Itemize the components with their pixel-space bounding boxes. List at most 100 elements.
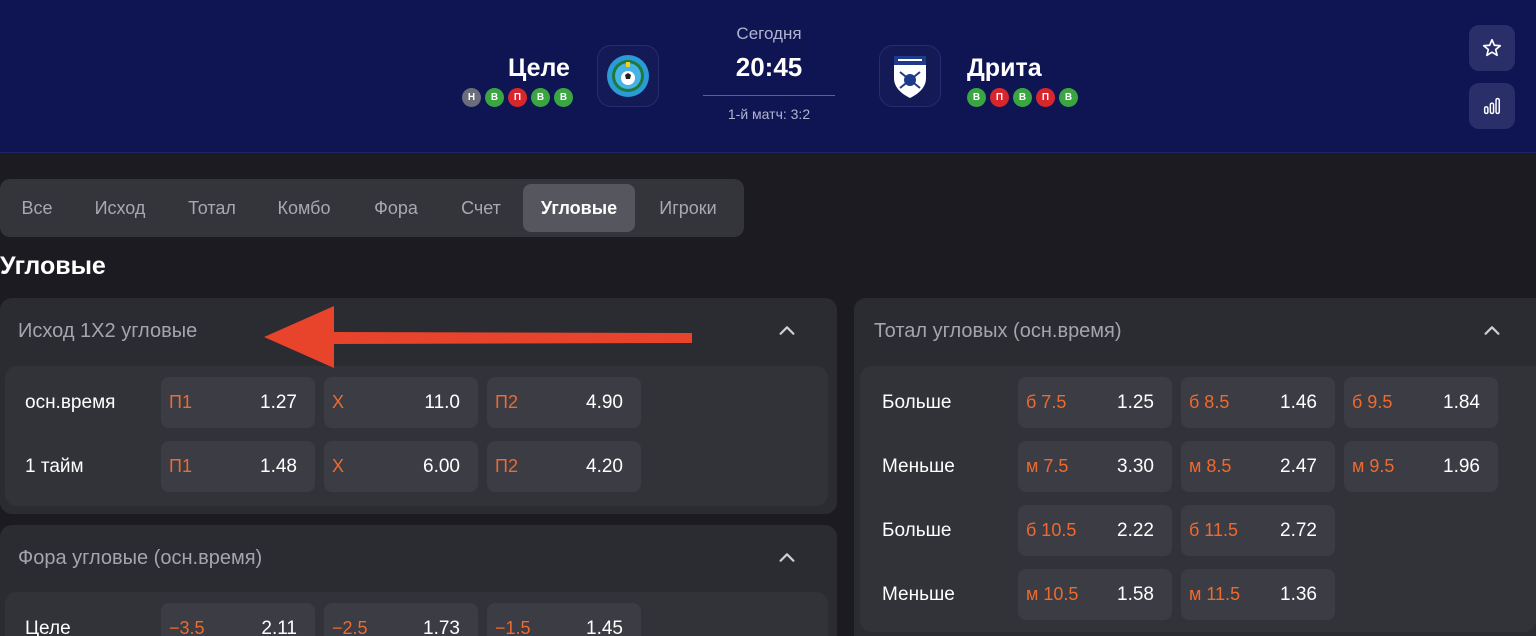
form-dot: П [990, 88, 1009, 107]
card-title[interactable]: Тотал угловых (осн.время) [874, 320, 1122, 343]
odd-value: 2.22 [1117, 520, 1154, 541]
odd-button[interactable]: Х 6.00 [324, 441, 478, 492]
odd-button[interactable]: м 10.5 1.58 [1018, 569, 1172, 620]
odd-button[interactable]: м 8.5 2.47 [1181, 441, 1335, 492]
home-team-logo [597, 45, 659, 107]
odd-button[interactable]: П1 1.48 [161, 441, 315, 492]
odd-value: 4.90 [586, 392, 623, 413]
odd-button[interactable]: б 11.5 2.72 [1181, 505, 1335, 556]
market-tabs: Все Исход Тотал Комбо Фора Счет Угловые … [0, 179, 744, 237]
odd-value: 1.25 [1117, 392, 1154, 413]
form-dot: В [967, 88, 986, 107]
row-label: Больше [882, 392, 952, 413]
odd-button[interactable]: −3.5 2.11 [161, 603, 315, 636]
row-label: Целе [25, 618, 71, 636]
odd-key: −1.5 [495, 618, 531, 636]
odd-value: 1.58 [1117, 584, 1154, 605]
odd-key: б 10.5 [1026, 520, 1077, 540]
odd-value: 1.46 [1280, 392, 1317, 413]
odd-button[interactable]: м 11.5 1.36 [1181, 569, 1335, 620]
odd-value: 1.36 [1280, 584, 1317, 605]
form-dot: В [554, 88, 573, 107]
odd-key: м 11.5 [1189, 584, 1241, 604]
away-crest-icon [894, 56, 926, 98]
card-title[interactable]: Исход 1X2 угловые [18, 320, 197, 343]
odd-key: м 10.5 [1026, 584, 1079, 604]
home-crest-icon [607, 55, 649, 97]
section-title: Угловые [0, 252, 106, 280]
odd-key: б 9.5 [1352, 392, 1393, 412]
odd-key: м 7.5 [1026, 456, 1069, 476]
odd-key: б 8.5 [1189, 392, 1230, 412]
odd-value: 2.72 [1280, 520, 1317, 541]
odd-value: 3.30 [1117, 456, 1154, 477]
tab-outcome[interactable]: Исход [74, 184, 166, 232]
odd-value: 4.20 [586, 456, 623, 477]
odd-value: 1.27 [260, 392, 297, 413]
match-day: Сегодня [736, 24, 802, 43]
form-dot: В [531, 88, 550, 107]
away-form: В П В П В [967, 88, 1078, 107]
odd-key: П2 [495, 392, 518, 412]
odd-button[interactable]: П2 4.90 [487, 377, 641, 428]
row-label: Меньше [882, 584, 955, 605]
first-match-score: 1-й матч: 3:2 [727, 106, 811, 122]
card-title[interactable]: Фора угловые (осн.время) [18, 547, 262, 570]
divider [703, 95, 835, 96]
odd-button[interactable]: Х 11.0 [324, 377, 478, 428]
odd-button[interactable]: б 9.5 1.84 [1344, 377, 1498, 428]
odd-button[interactable]: б 8.5 1.46 [1181, 377, 1335, 428]
tab-total[interactable]: Тотал [172, 184, 252, 232]
statistics-button[interactable] [1469, 83, 1515, 129]
tab-all[interactable]: Все [6, 184, 68, 232]
form-dot: В [1059, 88, 1078, 107]
odd-key: б 7.5 [1026, 392, 1067, 412]
odd-key: П1 [169, 392, 192, 412]
tab-handicap[interactable]: Фора [356, 184, 436, 232]
odd-value: 6.00 [423, 456, 460, 477]
chevron-up-icon[interactable] [776, 547, 798, 569]
odd-value: 1.48 [260, 456, 297, 477]
odd-key: Х [332, 392, 345, 412]
row-label: Меньше [882, 456, 955, 477]
tab-players[interactable]: Игроки [640, 184, 736, 232]
odd-button[interactable]: м 9.5 1.96 [1344, 441, 1498, 492]
row-label: 1 тайм [25, 456, 84, 477]
tab-corners[interactable]: Угловые [523, 184, 635, 232]
tab-combo[interactable]: Комбо [258, 184, 350, 232]
tab-score[interactable]: Счет [442, 184, 520, 232]
form-dot: П [1036, 88, 1055, 107]
favorite-button[interactable] [1469, 25, 1515, 71]
odd-value: 2.47 [1280, 456, 1317, 477]
row-label: Больше [882, 520, 952, 541]
odd-key: П1 [169, 456, 192, 476]
odd-key: П2 [495, 456, 518, 476]
odd-button[interactable]: −1.5 1.45 [487, 603, 641, 636]
odd-button[interactable]: б 7.5 1.25 [1018, 377, 1172, 428]
home-form: Н В П В В [462, 88, 573, 107]
odd-value: 1.84 [1443, 392, 1480, 413]
card-body: Больше б 7.5 1.25 б 8.5 1.46 б 9.5 1.84 Мен… [860, 366, 1536, 632]
odd-value: 11.0 [424, 392, 460, 413]
chevron-up-icon[interactable] [776, 320, 798, 342]
odd-key: м 9.5 [1352, 456, 1395, 476]
odd-key: −2.5 [332, 618, 368, 636]
odd-button[interactable]: П1 1.27 [161, 377, 315, 428]
odd-value: 1.96 [1443, 456, 1480, 477]
odd-key: −3.5 [169, 618, 205, 636]
card-body: Целе −3.5 2.11 −2.5 1.73 −1.5 1.45 [5, 592, 828, 636]
red-arrow-annotation [264, 306, 692, 368]
card-total-corners: Тотал угловых (осн.время) Больше б 7.5 1.… [854, 298, 1536, 636]
odd-button[interactable]: −2.5 1.73 [324, 603, 478, 636]
odd-button[interactable]: б 10.5 2.22 [1018, 505, 1172, 556]
odd-button[interactable]: П2 4.20 [487, 441, 641, 492]
stats-bars-icon [1483, 97, 1500, 115]
odd-key: м 8.5 [1189, 456, 1232, 476]
star-icon [1482, 38, 1502, 57]
chevron-up-icon[interactable] [1481, 320, 1503, 342]
odd-key: б 11.5 [1189, 520, 1239, 540]
odd-button[interactable]: м 7.5 3.30 [1018, 441, 1172, 492]
match-time: 20:45 [735, 52, 803, 82]
form-dot: В [485, 88, 504, 107]
form-dot: Н [462, 88, 481, 107]
